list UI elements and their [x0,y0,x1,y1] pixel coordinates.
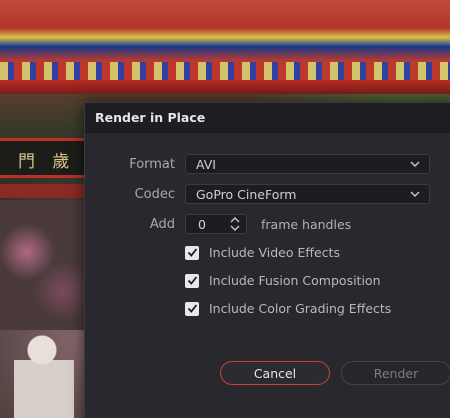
checkbox-fusion-composition[interactable] [185,273,199,288]
temple-beam [0,80,450,94]
codec-label: Codec [134,186,175,202]
checkmark-icon [187,304,197,313]
foliage [0,200,90,330]
temple-eaves [0,62,450,80]
codec-value: GoPro CineForm [196,186,297,202]
frame-handles-stepper[interactable]: 0 [185,214,247,234]
frame-handles-suffix: frame handles [261,216,352,232]
format-label: Format [129,156,175,172]
cancel-button[interactable]: Cancel [220,361,330,385]
codec-row: Codec GoPro CineForm [85,183,450,205]
add-row: Add 0 frame handles [85,213,450,235]
option-label: Include Color Grading Effects [209,301,392,316]
option-label: Include Fusion Composition [209,273,381,288]
checkmark-icon [187,276,197,285]
option-video-effects[interactable]: Include Video Effects [185,245,340,260]
render-button[interactable]: Render [341,361,450,385]
stepper-arrows-icon[interactable] [229,216,241,232]
add-label: Add [149,216,175,232]
person-figure [14,330,74,418]
format-row: Format AVI [85,153,450,175]
codec-select[interactable]: GoPro CineForm [185,184,430,204]
checkmark-icon [187,248,197,257]
format-value: AVI [196,156,216,172]
checkbox-video-effects[interactable] [185,245,199,260]
temple-railing [0,184,90,198]
render-in-place-dialog: Render in Place Format AVI Codec GoPro C… [84,102,450,418]
option-fusion-composition[interactable]: Include Fusion Composition [185,273,381,288]
format-select[interactable]: AVI [185,154,430,174]
dialog-title: Render in Place [95,110,206,125]
dialog-header: Render in Place [85,103,450,133]
option-color-grading-effects[interactable]: Include Color Grading Effects [185,301,391,316]
chevron-down-icon [410,161,420,167]
frame-handles-value: 0 [198,216,206,232]
option-label: Include Video Effects [209,245,340,260]
temple-roof [0,0,450,62]
checkbox-color-grading-effects[interactable] [185,301,199,316]
chevron-down-icon [410,191,420,197]
